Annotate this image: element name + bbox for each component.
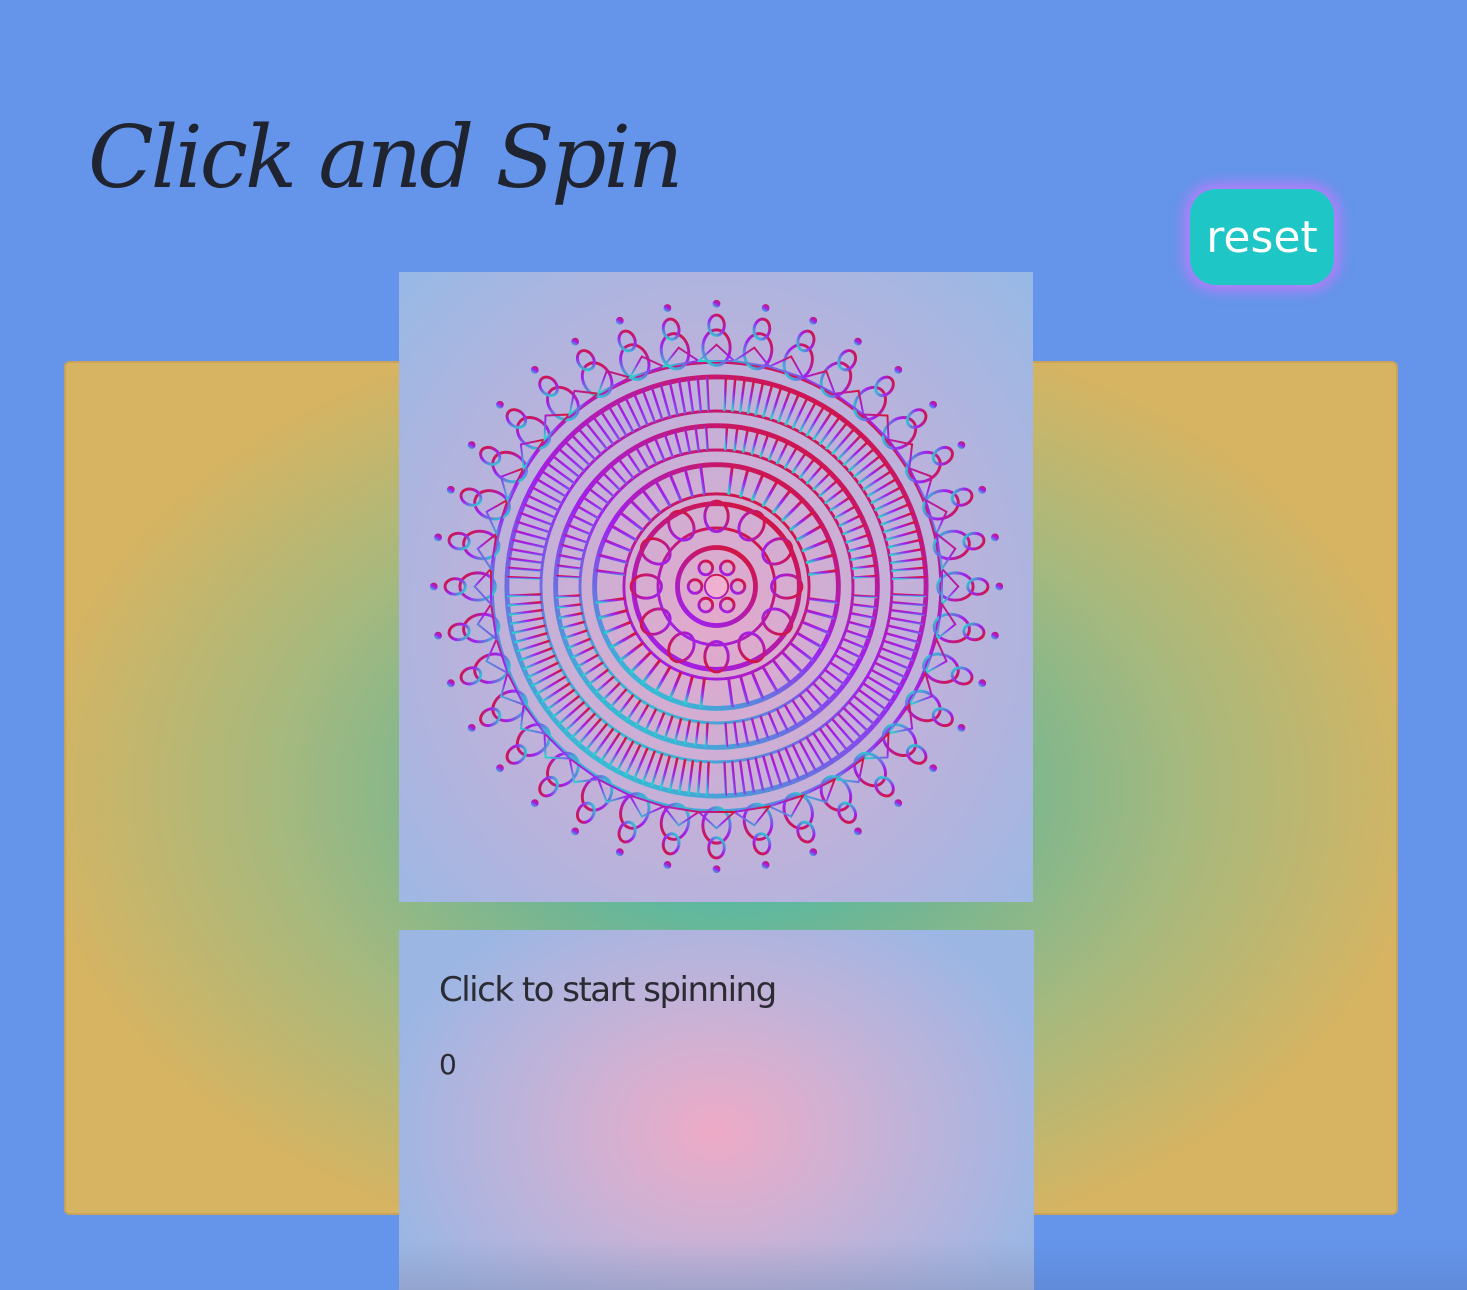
page-title: Click and Spin	[88, 108, 683, 208]
status-text: Click to start spinning	[439, 970, 777, 1010]
info-panel: Click to start spinning 0	[399, 930, 1034, 1290]
app-stage: Click and Spin reset Click to start spin…	[0, 0, 1467, 1290]
mandala-card[interactable]	[399, 272, 1033, 902]
spin-count: 0	[439, 1048, 457, 1081]
bottom-shadow	[1034, 1240, 1467, 1290]
mandala-icon[interactable]	[424, 294, 1009, 879]
reset-button[interactable]: reset	[1190, 189, 1334, 285]
